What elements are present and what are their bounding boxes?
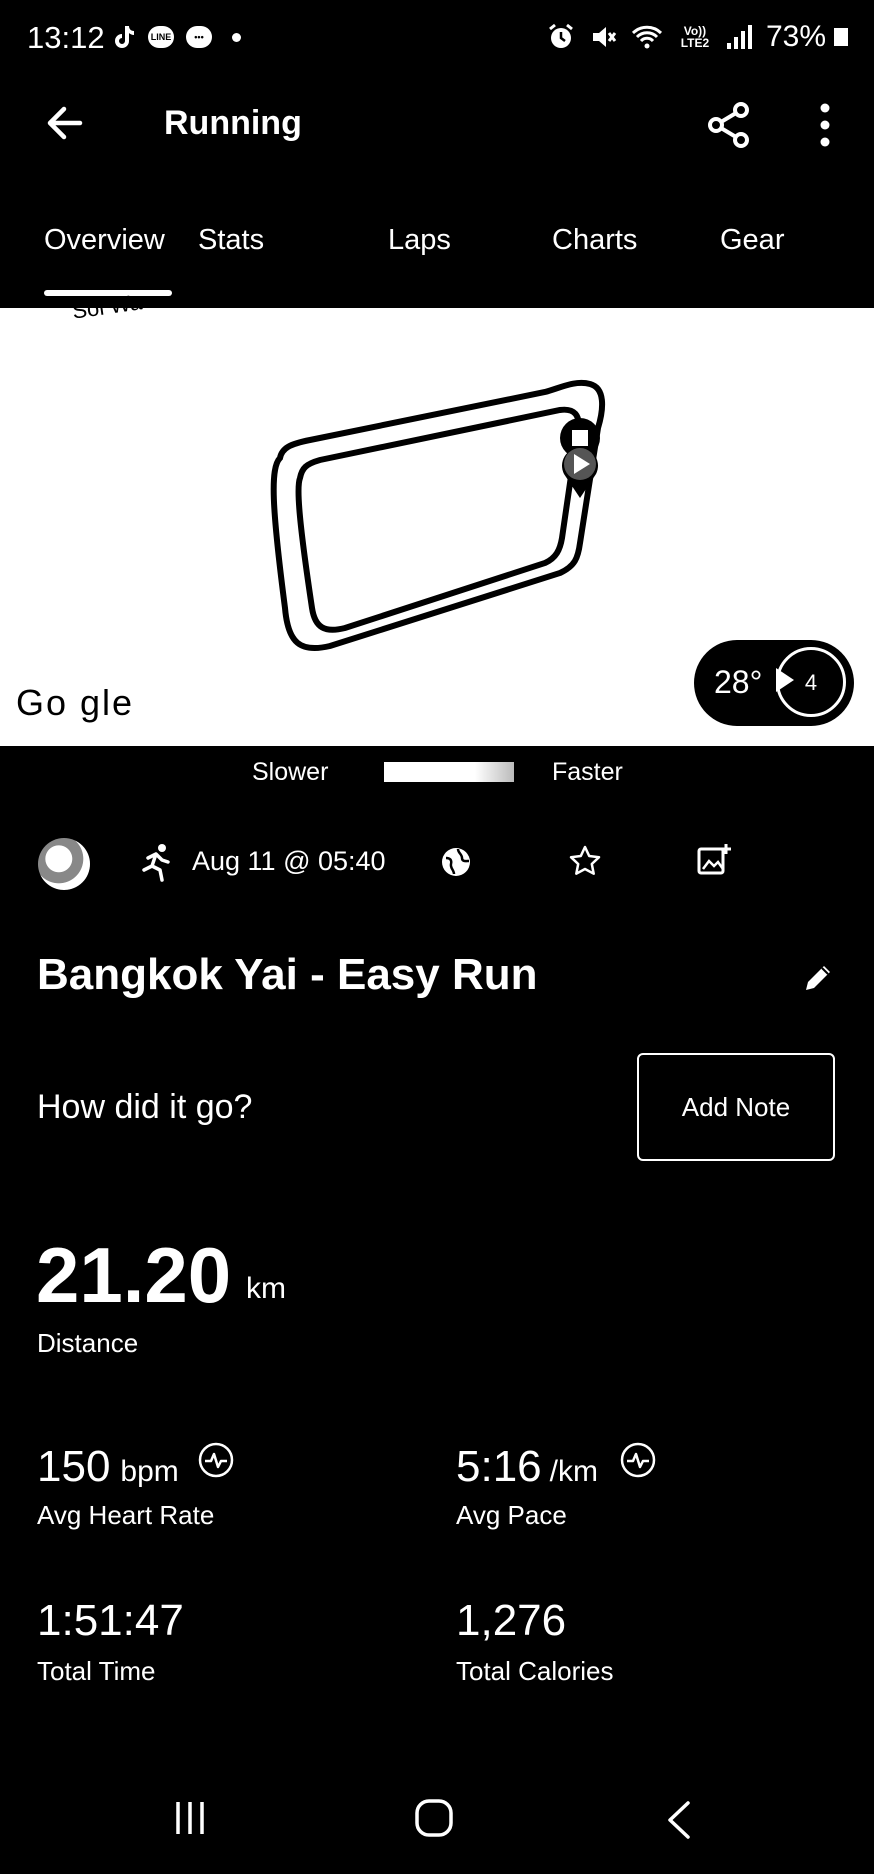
more-vertical-icon[interactable] (810, 100, 840, 150)
pace-legend-bar (384, 762, 514, 782)
page-title: Running (164, 104, 302, 142)
running-icon (142, 844, 170, 882)
battery-icon (834, 28, 848, 46)
signal-icon (726, 25, 752, 49)
wifi-icon (631, 25, 663, 49)
total-time-value: 1:51:47 (37, 1596, 184, 1645)
activity-date: Aug 11 @ 05:40 (192, 846, 386, 876)
battery-percent: 73% (765, 20, 826, 53)
avg-heart-rate-stat: 150 bpm (37, 1442, 179, 1492)
status-notification-icons: LINE ••• (112, 24, 241, 50)
star-icon[interactable] (568, 844, 602, 878)
start-marker-icon (562, 447, 598, 498)
avg-pace-label: Avg Pace (456, 1500, 567, 1530)
avg-pace-stat: 5:16 /km (456, 1442, 598, 1492)
globe-icon[interactable] (440, 846, 472, 878)
tiktok-icon (115, 26, 134, 48)
alarm-icon (549, 23, 573, 48)
mute-icon (592, 27, 617, 47)
tab-stats[interactable]: Stats (172, 220, 360, 310)
heart-rate-chart-icon[interactable] (198, 1442, 234, 1478)
distance-label: Distance (37, 1328, 139, 1358)
total-calories-label: Total Calories (456, 1656, 614, 1686)
line-icon: LINE (148, 26, 174, 48)
share-icon[interactable] (704, 100, 754, 150)
message-icon: ••• (186, 26, 212, 48)
map-attribution: Go gle (16, 682, 135, 723)
total-calories-value: 1,276 (456, 1596, 567, 1645)
avg-heart-rate-value: 150 (37, 1442, 111, 1491)
arrow-left-icon[interactable] (40, 98, 90, 148)
pace-legend-faster: Faster (552, 758, 623, 786)
avg-pace-value: 5:16 (456, 1442, 542, 1491)
recent-apps-icon[interactable] (172, 1800, 208, 1836)
distance-unit: km (246, 1272, 286, 1305)
note-prompt: How did it go? (37, 1088, 253, 1126)
tab-gear[interactable]: Gear (702, 220, 840, 310)
total-time-label: Total Time (37, 1656, 156, 1686)
edit-icon[interactable] (800, 960, 836, 996)
back-icon[interactable] (664, 1800, 694, 1840)
tab-laps[interactable]: Laps (360, 220, 528, 310)
avg-pace-unit: /km (549, 1455, 598, 1488)
lte-icon: Vo)) LTE2 (680, 24, 710, 50)
add-photo-icon[interactable] (696, 842, 732, 878)
pace-legend-slower: Slower (252, 758, 329, 786)
tab-charts[interactable]: Charts (528, 220, 702, 310)
distance-value: 21.20 (36, 1231, 232, 1319)
activity-name: Bangkok Yai - Easy Run (37, 950, 538, 999)
status-time: 13:12 (27, 20, 105, 55)
home-icon[interactable] (414, 1798, 454, 1838)
avatar[interactable] (38, 838, 90, 890)
dot-icon (232, 32, 241, 42)
avg-heart-rate-label: Avg Heart Rate (37, 1500, 215, 1530)
status-system-icons: Vo)) LTE2 73% (547, 20, 848, 54)
add-note-button[interactable]: Add Note (637, 1053, 835, 1161)
wind-speed: 4 (804, 670, 818, 695)
avg-heart-rate-unit: bpm (120, 1455, 179, 1488)
pace-chart-icon[interactable] (620, 1442, 656, 1478)
weather-temperature: 28° (714, 664, 763, 700)
